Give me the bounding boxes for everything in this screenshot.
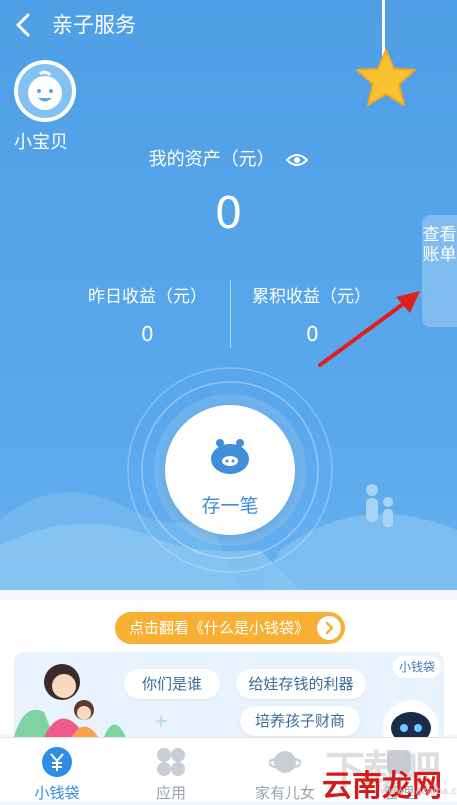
yen-coin-icon	[42, 747, 72, 777]
faq-chip-who[interactable]: 你们是谁	[124, 669, 220, 699]
save-money-button[interactable]: 存一笔	[165, 405, 295, 535]
eye-icon[interactable]	[286, 153, 309, 167]
watermark-site: 云南龙网	[322, 769, 442, 804]
back-arrow-icon[interactable]	[10, 10, 36, 40]
mascot-tag: 小钱袋	[393, 656, 441, 678]
page-title: 亲子服务	[52, 13, 136, 37]
chevron-right-icon	[317, 616, 341, 640]
baby-face-icon	[18, 64, 72, 118]
intro-banner-label: 点击翻看《什么是小钱袋》	[129, 619, 310, 637]
avatar[interactable]	[14, 60, 76, 122]
piggy-bank-icon	[211, 439, 249, 474]
intro-banner-button[interactable]: 点击翻看《什么是小钱袋》	[115, 612, 345, 644]
planet-icon	[269, 751, 301, 773]
four-petal-icon	[157, 748, 185, 776]
sparkle-icon	[154, 714, 168, 728]
tab-wallet[interactable]: 小钱袋	[0, 738, 114, 802]
save-money-label: 存一笔	[201, 495, 259, 517]
earnings-divider	[230, 280, 231, 348]
watermark-url: www.xiazaiba.com	[380, 786, 457, 797]
faq-area	[14, 652, 444, 737]
faq-chip-savings-tool[interactable]: 给娃存钱的利器	[236, 669, 366, 699]
tab-apps[interactable]: 应用	[114, 738, 228, 802]
yesterday-earnings-value: 0	[141, 322, 154, 346]
top-bar: 亲子服务	[0, 0, 457, 50]
mother-child-illustration	[14, 664, 126, 737]
red-arrow-annotation	[318, 291, 420, 367]
mascot-robot-icon	[383, 700, 439, 737]
assets-value: 0	[214, 188, 243, 239]
assets-label: 我的资产（元）	[148, 149, 275, 170]
yesterday-earnings-label: 昨日收益（元）	[88, 287, 207, 307]
assets-label-row: 我的资产（元）	[0, 145, 457, 171]
faq-chip-financial-literacy[interactable]: 培养孩子财商	[240, 706, 360, 736]
star-icon	[356, 49, 416, 106]
